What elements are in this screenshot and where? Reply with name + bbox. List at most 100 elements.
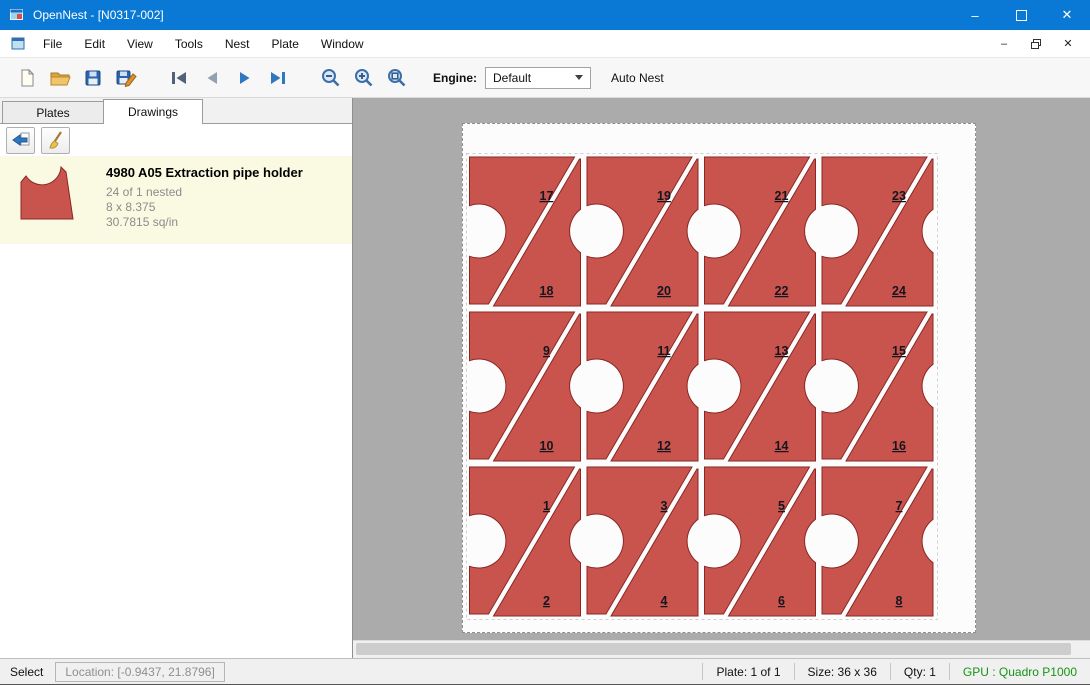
drawing-nested-count: 24 of 1 nested: [106, 185, 303, 200]
zoom-in-button[interactable]: [347, 62, 380, 94]
nest-tile: 13 14: [705, 312, 816, 461]
statusbar-gpu: GPU : Quadro P1000: [949, 663, 1090, 680]
part-number-label: 24: [892, 284, 906, 298]
menu-window[interactable]: Window: [310, 30, 375, 57]
part-number-label: 4: [661, 594, 668, 608]
maximize-button[interactable]: [998, 0, 1044, 30]
part-number-label: 1: [543, 499, 550, 513]
save-as-button[interactable]: [109, 62, 142, 94]
part-number-label: 20: [657, 284, 671, 298]
menu-nest[interactable]: Nest: [214, 30, 261, 57]
part-number-label: 21: [775, 189, 789, 203]
part-number-label: 14: [775, 439, 789, 453]
part-number-label: 2: [543, 594, 550, 608]
app-icon: [9, 7, 25, 23]
auto-nest-toggle[interactable]: Auto Nest: [611, 71, 664, 85]
close-button[interactable]: ✕: [1044, 0, 1090, 30]
drawing-list-item[interactable]: 4980 A05 Extraction pipe holder 24 of 1 …: [0, 156, 352, 244]
menu-plate[interactable]: Plate: [261, 30, 310, 57]
open-folder-icon: [49, 68, 71, 88]
part-number-label: 12: [657, 439, 671, 453]
open-button[interactable]: [43, 62, 76, 94]
tab-drawings[interactable]: Drawings: [103, 99, 203, 124]
save-button[interactable]: [76, 62, 109, 94]
restore-icon: [1030, 38, 1042, 50]
part-number-label: 7: [896, 499, 903, 513]
minimize-button[interactable]: –: [952, 0, 998, 30]
last-plate-button[interactable]: [261, 62, 294, 94]
main-toolbar: Engine: Default Auto Nest: [0, 58, 1090, 98]
nest-tile: 78: [822, 467, 933, 616]
horizontal-scrollbar-thumb[interactable]: [356, 643, 1071, 655]
drawing-list-empty-area: [0, 244, 352, 658]
previous-plate-button[interactable]: [195, 62, 228, 94]
part-number-label: 8: [896, 594, 903, 608]
blue-back-arrow-icon: [11, 131, 31, 149]
zoom-fit-icon: [386, 67, 408, 89]
engine-label: Engine:: [433, 71, 477, 85]
mdi-restore-button[interactable]: [1028, 36, 1044, 52]
part-number-label: 16: [892, 439, 906, 453]
drawing-area: 30.7815 sq/in: [106, 215, 303, 230]
titlebar: OpenNest - [N0317-002] – ✕: [0, 0, 1090, 30]
new-button[interactable]: [10, 62, 43, 94]
statusbar-size: Size: 36 x 36: [794, 663, 890, 680]
menubar: File Edit View Tools Nest Plate Window –…: [0, 30, 1090, 58]
statusbar: Select Location: [-0.9437, 21.8796] Plat…: [0, 658, 1090, 684]
document-icon[interactable]: [10, 36, 26, 52]
part-thumbnail: [18, 156, 78, 244]
new-file-icon: [17, 68, 37, 88]
menu-file[interactable]: File: [32, 30, 73, 57]
drawings-toolbar: [0, 124, 352, 156]
tab-plates[interactable]: Plates: [2, 101, 104, 123]
clean-button[interactable]: [41, 127, 70, 154]
nest-tile: 12: [470, 467, 581, 616]
statusbar-qty: Qty: 1: [890, 663, 949, 680]
save-icon: [83, 68, 103, 88]
statusbar-mode: Select: [0, 665, 53, 679]
opennest-window: OpenNest - [N0317-002] – ✕ File Edit Vie…: [0, 0, 1090, 685]
menu-edit[interactable]: Edit: [73, 30, 116, 57]
first-plate-button[interactable]: [162, 62, 195, 94]
nesting-canvas[interactable]: 171819202122232491011121314151612345678: [353, 98, 1090, 658]
plate[interactable]: 171819202122232491011121314151612345678: [462, 123, 976, 633]
part-number-label: 10: [540, 439, 554, 453]
nest-tile: 1112: [587, 312, 698, 461]
first-arrow-icon: [168, 68, 190, 88]
sidebar-tabstrip: Plates Drawings: [0, 98, 352, 124]
last-arrow-icon: [267, 68, 289, 88]
statusbar-location: Location: [-0.9437, 21.8796]: [55, 662, 225, 682]
nest-tile: 2324: [822, 157, 933, 306]
zoom-fit-button[interactable]: [380, 62, 413, 94]
part-number-label: 9: [543, 344, 550, 358]
menu-view[interactable]: View: [116, 30, 164, 57]
part-number-label: 15: [892, 344, 906, 358]
next-plate-button[interactable]: [228, 62, 261, 94]
save-edit-icon: [115, 68, 137, 88]
next-arrow-icon: [234, 68, 256, 88]
nest-tile: 1718: [470, 157, 581, 306]
statusbar-plate: Plate: 1 of 1: [702, 663, 793, 680]
maximize-icon: [1016, 10, 1027, 21]
part-number-label: 18: [540, 284, 554, 298]
mdi-close-button[interactable]: ✕: [1060, 36, 1076, 52]
part-number-label: 13: [775, 344, 789, 358]
nest-tile: 56: [705, 467, 816, 616]
engine-select[interactable]: Default: [485, 67, 591, 89]
nest-tile: 1920: [587, 157, 698, 306]
nest-tile: 9 10: [470, 312, 581, 461]
zoom-in-icon: [353, 67, 375, 89]
window-title: OpenNest - [N0317-002]: [33, 8, 164, 22]
broom-icon: [46, 130, 66, 150]
send-back-button[interactable]: [6, 127, 35, 154]
part-number-label: 5: [778, 499, 785, 513]
zoom-out-button[interactable]: [314, 62, 347, 94]
plate-svg: 171819202122232491011121314151612345678: [463, 124, 975, 632]
mdi-minimize-button[interactable]: –: [996, 36, 1012, 52]
sidebar: Plates Drawings: [0, 98, 353, 658]
previous-arrow-icon: [201, 68, 223, 88]
menu-tools[interactable]: Tools: [164, 30, 214, 57]
part-number-label: 22: [775, 284, 789, 298]
chevron-down-icon: [575, 75, 583, 80]
horizontal-scrollbar[interactable]: [353, 640, 1090, 658]
